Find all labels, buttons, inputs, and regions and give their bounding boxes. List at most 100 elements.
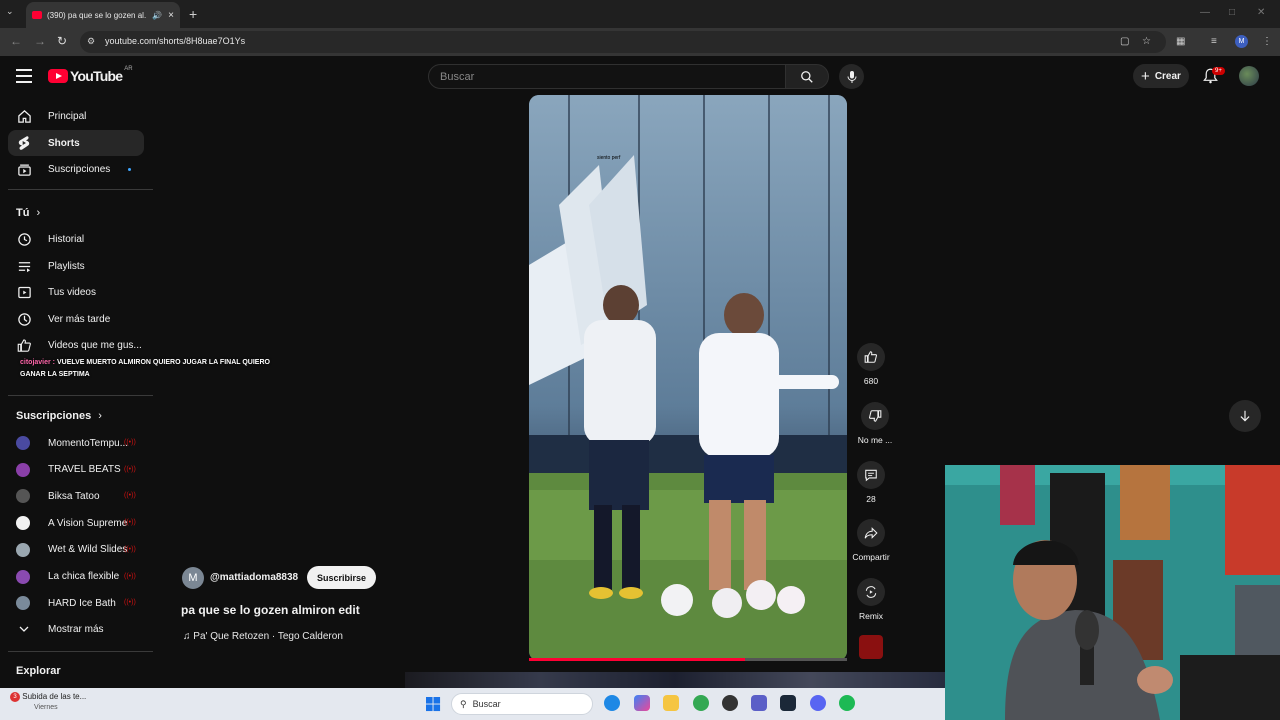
tab-search-icon[interactable]: ⌄ [6,6,14,17]
sidebar-you-heading[interactable]: Tú › [16,207,40,219]
steam-icon[interactable] [780,695,796,711]
file-explorer-icon[interactable] [663,695,679,711]
new-tab-icon[interactable]: + [189,6,197,22]
webcam-image [945,465,1280,720]
share-label: Compartir [852,552,890,562]
tab-close-icon[interactable]: × [168,10,174,21]
channel-name: A Vision Supreme [48,517,128,529]
desktop-background-strip [405,672,945,688]
plus-icon: + [1141,67,1150,85]
sidebar-subscriptions-heading[interactable]: Suscripciones › [16,410,102,422]
sidebar-item-principal[interactable]: Principal [8,103,144,129]
comments-button[interactable]: 28 [841,461,901,504]
spotify-icon[interactable] [839,695,855,711]
sidebar-item-suscripciones[interactable]: Suscripciones [8,156,144,182]
site-info-icon[interactable]: ⚙ [87,36,95,47]
taskbar-search-label: Buscar [472,699,501,709]
channel-avatar [16,542,30,557]
close-window-icon[interactable]: ✕ [1257,7,1265,18]
remix-label: Remix [858,611,884,621]
browser-profile-avatar[interactable]: M [1235,35,1248,48]
tab-audio-icon[interactable]: 🔊 [152,11,162,20]
subscriptions-icon [16,161,32,177]
minimize-icon[interactable]: — [1200,7,1210,18]
obs-icon[interactable] [722,695,738,711]
edge-icon[interactable] [604,695,620,711]
channel-avatar[interactable]: M [182,567,204,589]
subscribe-button[interactable]: Suscribirse [307,566,376,589]
sound-thumbnail[interactable] [859,635,883,659]
sidebar-item-label: Playlists [48,260,85,272]
video-progress-bar[interactable] [529,658,746,661]
sidebar-item-label: Principal [48,110,87,122]
subscriptions-heading-label: Suscripciones [16,410,92,422]
comment-count: 28 [866,494,876,504]
thumbs-up-icon [857,343,885,371]
extensions-icon[interactable]: ▦ [1176,36,1185,47]
channel-avatar [16,462,30,477]
sidebar-item-tus-videos[interactable]: Tus videos [8,279,144,305]
voice-search-button[interactable] [839,64,864,89]
like-count: 680 [863,376,879,386]
show-more-button[interactable]: Mostrar más [8,616,144,642]
chevron-right-icon: › [36,207,41,219]
discord-icon[interactable] [810,695,826,711]
music-note-icon: ♫ [183,631,194,642]
notification-subtitle: Viernes [34,704,58,711]
create-button[interactable]: + Crear [1133,64,1189,88]
sidebar-item-label: Suscripciones [48,163,111,175]
forward-icon[interactable]: → [34,34,46,48]
home-icon [16,108,32,124]
maximize-icon[interactable]: □ [1229,7,1235,18]
chat-username: citojavier : [20,359,56,366]
sidebar-divider [8,651,153,652]
dislike-button[interactable]: No me ... [845,402,905,445]
sidebar-item-videos-que-me-gustan[interactable]: Videos que me gus... [8,332,144,358]
youtube-logo[interactable]: YouTube AR [48,66,133,84]
browser-tab[interactable]: (390) pa que se lo gozen al... 🔊 × [26,2,180,28]
install-icon[interactable]: ▢ [1120,36,1129,47]
url-text[interactable]: youtube.com/shorts/8H8uae7O1Ys [105,36,245,46]
like-button[interactable]: 680 [841,343,901,386]
copilot-icon[interactable] [634,695,650,711]
teams-icon[interactable] [751,695,767,711]
user-avatar[interactable] [1239,66,1259,86]
sidebar-item-ver-mas-tarde[interactable]: Ver más tarde [8,306,144,332]
remix-button[interactable]: Remix [841,578,901,621]
windows-start-icon[interactable] [426,697,441,712]
video-frame-image: siento perf [529,95,847,661]
shorts-video-player[interactable]: siento perf [529,95,847,661]
stream-chat-overlay: citojavier : VUELVE MUERTO ALMIRON QUIER… [20,357,290,381]
back-icon[interactable]: ← [10,34,22,48]
share-button[interactable]: Compartir [841,519,901,562]
playlists-icon [16,258,32,274]
search-input[interactable] [429,65,785,88]
you-heading-label: Tú [16,207,30,219]
bookmark-star-icon[interactable]: ☆ [1142,36,1151,47]
chevron-down-icon [16,621,32,637]
dislike-label: No me ... [857,435,893,445]
remix-icon [857,578,885,606]
media-control-icon[interactable]: ≡ [1211,36,1217,47]
taskbar-weather-widget[interactable]: 3 Subida de las te... Viernes [10,692,86,711]
channel-handle[interactable]: @mattiadoma8838 [210,572,298,583]
sidebar-item-label: Tus videos [48,286,96,298]
chrome-icon[interactable] [693,695,709,711]
notification-title: Subida de las te... [22,692,87,701]
song-link[interactable]: ♫ Pa' Que Retozen · Tego Calderon [183,631,343,642]
channel-avatar [16,516,30,531]
menu-icon[interactable] [16,69,32,83]
browser-menu-icon[interactable]: ⋮ [1262,36,1272,47]
youtube-favicon-icon [32,11,42,19]
sidebar-item-shorts[interactable]: Shorts [8,130,144,156]
channel-name: MomentoTempu... [48,437,129,449]
watch-later-icon [16,311,32,327]
search-button[interactable] [785,64,829,89]
channel-name: HARD Ice Bath [48,597,116,609]
comment-icon [857,461,885,489]
sidebar-item-playlists[interactable]: Playlists [8,253,144,279]
reload-icon[interactable]: ↻ [57,34,67,48]
next-short-button[interactable] [1229,400,1261,432]
sidebar-item-historial[interactable]: Historial [8,226,144,252]
taskbar-search[interactable]: ⚲ Buscar [451,693,593,715]
